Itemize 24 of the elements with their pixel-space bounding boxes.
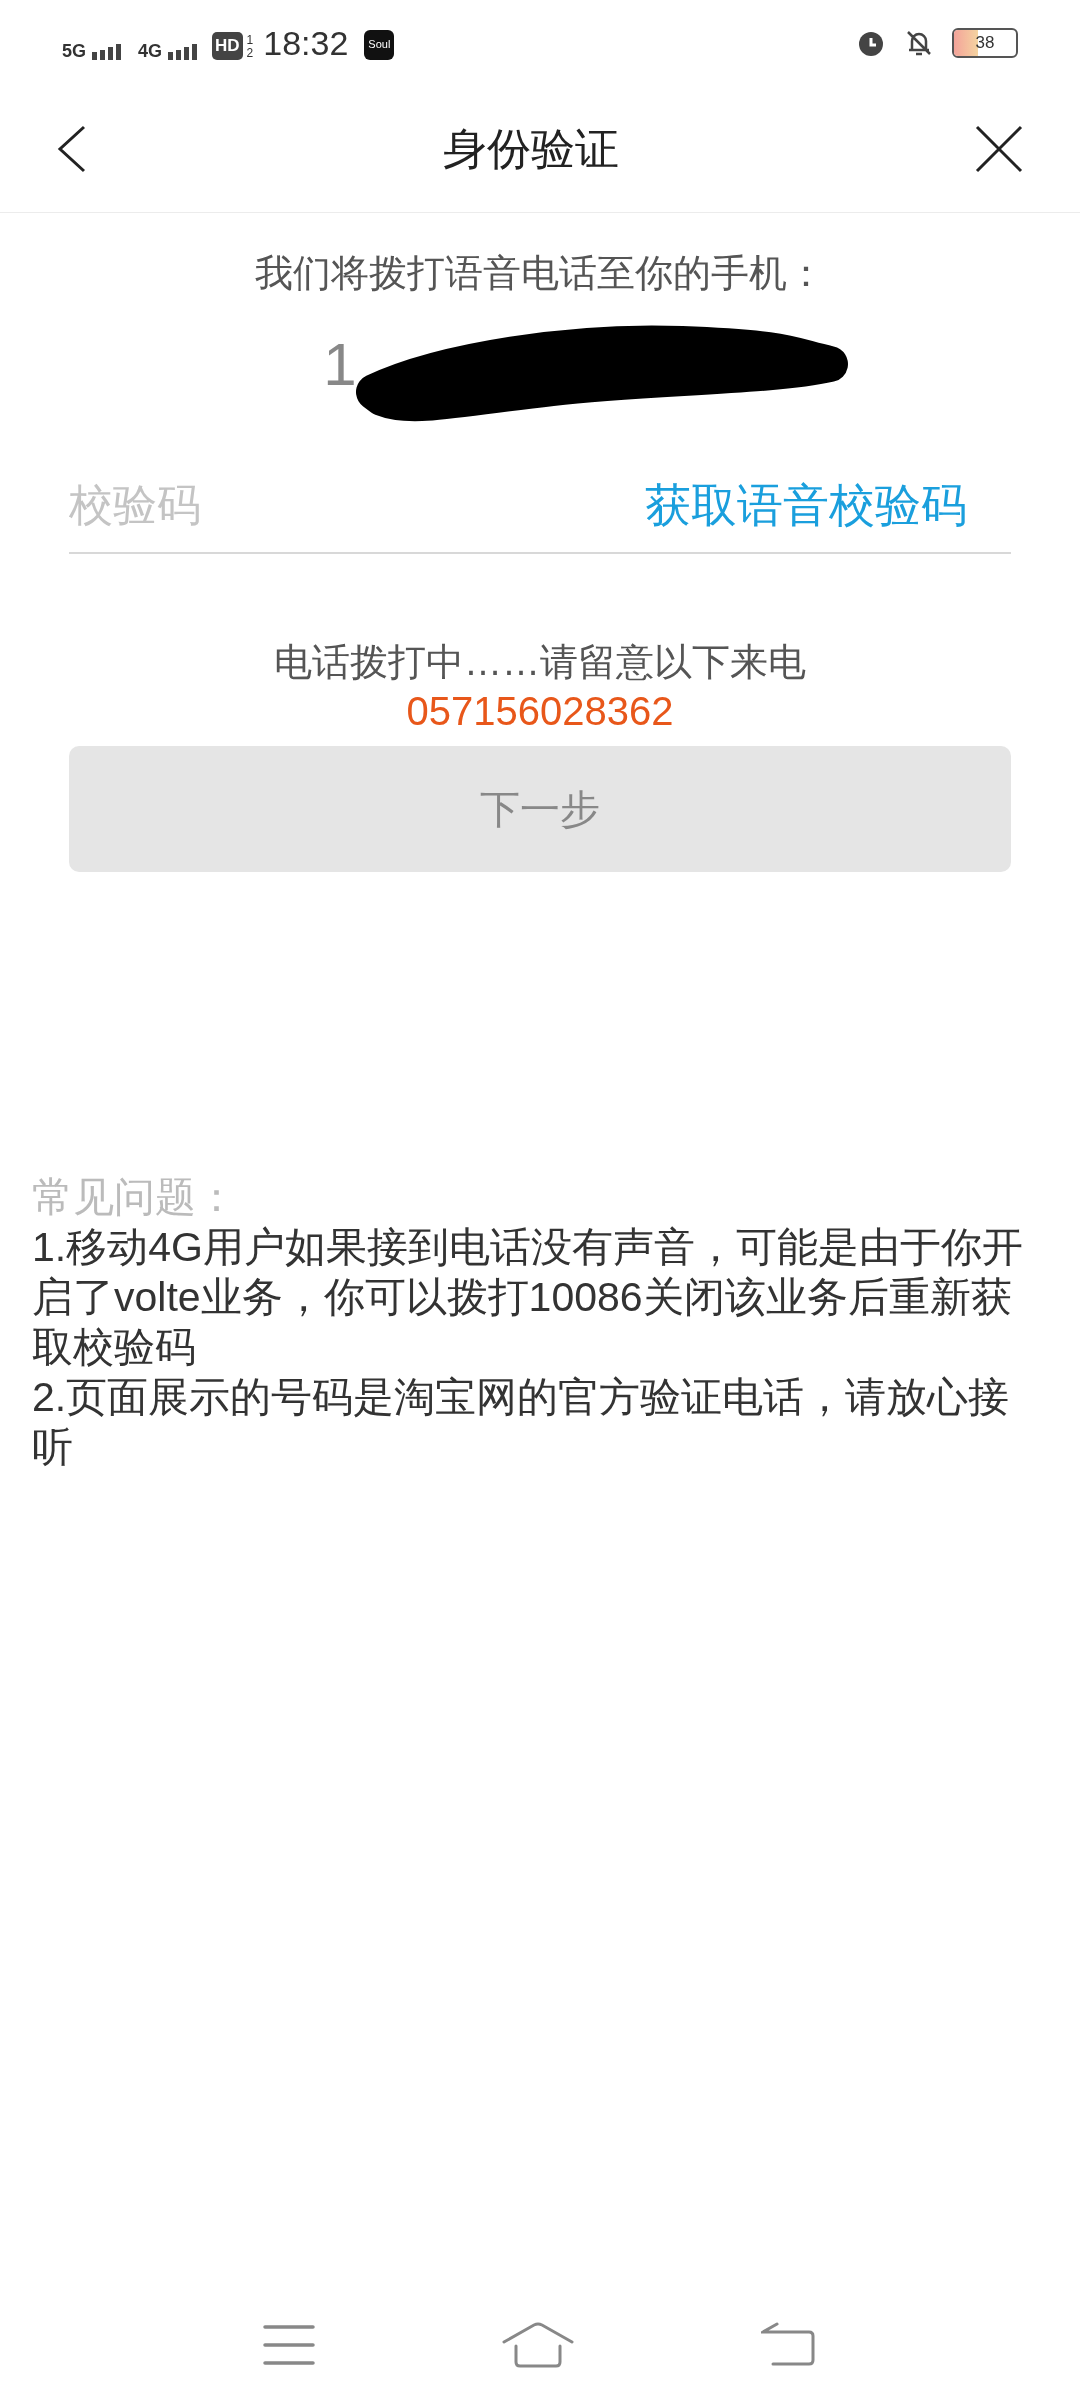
menu-icon[interactable] (263, 2324, 316, 2366)
close-button[interactable] (974, 123, 1024, 174)
faq-item: 1.移动4G用户如果接到电话没有声音，可能是由于你开启了volte业务，你可以拨打10086关闭该业务后重新获取校验码 (32, 1223, 1024, 1372)
intro-text: 我们将拨打语音电话至你的手机： (254, 251, 826, 296)
network-label: 5G (62, 41, 86, 60)
page-title: 身份验证 (443, 122, 619, 175)
caller-number: 057156028362 (405, 688, 675, 735)
back-button[interactable] (56, 123, 88, 174)
battery-level: 38 (975, 31, 995, 54)
sim-label: 2 (246, 46, 254, 60)
hd-badge: HD (212, 31, 243, 60)
network-label: 4G (138, 41, 163, 60)
app-badge: Soul (364, 29, 395, 60)
sim-label: 1 (246, 33, 254, 47)
get-voice-code-link[interactable]: 获取语音校验码 (645, 470, 967, 540)
clock-time: 18:32 (263, 25, 349, 60)
signal-icon (90, 41, 124, 60)
faq-title: 常见问题： (32, 1173, 238, 1222)
call-status-text: 电话拨打中……请留意以下来电 (273, 640, 807, 685)
phone-number: 1 (323, 330, 357, 400)
back-nav-icon[interactable] (760, 2322, 817, 2368)
home-icon[interactable] (502, 2322, 574, 2368)
code-input-field[interactable]: 校验码 (69, 472, 645, 538)
faq-item: 2.页面展示的号码是淘宝网的官方验证电话，请放心接听 (32, 1373, 1011, 1472)
